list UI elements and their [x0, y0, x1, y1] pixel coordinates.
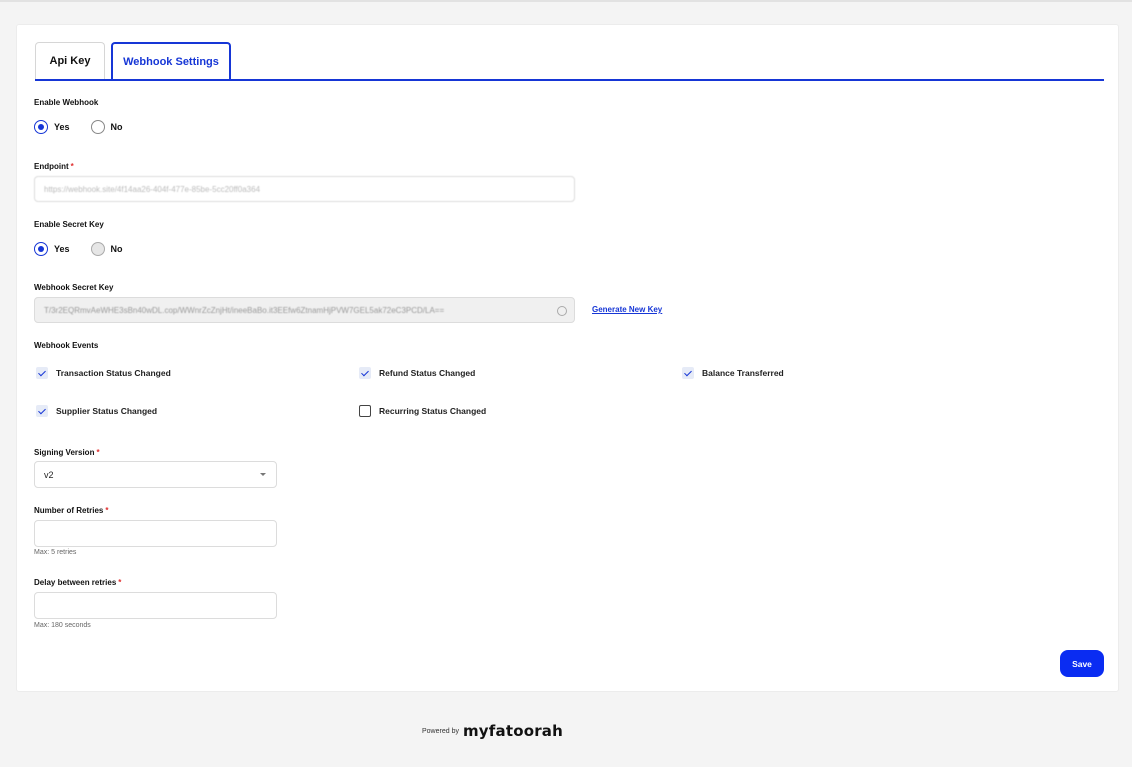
radio-unselected-icon	[90, 242, 105, 256]
radio-label: Yes	[54, 122, 70, 132]
checkbox-label: Refund Status Changed	[379, 368, 476, 378]
radio-selected-icon	[34, 120, 48, 134]
event-refund-status-checkbox[interactable]: Refund Status Changed	[359, 367, 475, 379]
generate-new-key-link[interactable]: Generate New Key	[592, 305, 662, 314]
checkbox-checked-icon	[359, 367, 371, 379]
radio-label: No	[110, 122, 123, 132]
delay-label: Delay between retries *	[34, 578, 121, 587]
radio-label: No	[110, 244, 123, 254]
required-marker: *	[70, 162, 74, 171]
checkbox-checked-icon	[36, 367, 48, 379]
endpoint-input[interactable]: https://webhook.site/4f14aa26-404f-477e-…	[34, 176, 575, 202]
enable-webhook-yes-radio[interactable]: Yes	[34, 120, 70, 134]
enable-secret-key-yes-radio[interactable]: Yes	[34, 242, 70, 256]
top-border	[0, 0, 1132, 2]
checkbox-label: Recurring Status Changed	[379, 406, 487, 416]
signing-version-select[interactable]: v2	[34, 461, 277, 488]
powered-by-text: Powered by	[422, 727, 459, 735]
signing-version-value: v2	[44, 469, 54, 480]
tab-webhook-settings[interactable]: Webhook Settings	[111, 42, 231, 79]
myfatoorah-logo[interactable]: myfatoorah	[463, 722, 563, 740]
endpoint-label: Endpoint *	[34, 162, 74, 171]
footer: Powered by myfatoorah	[422, 722, 563, 740]
tab-api-key[interactable]: Api Key	[35, 42, 105, 79]
webhook-secret-key-field[interactable]: T/3r2EQRmvAeWHE3sBn40wDL.cop/WWnrZcZnjHt…	[34, 297, 575, 323]
enable-secret-key-radio-group: Yes No	[34, 242, 144, 256]
checkbox-label: Balance Transferred	[702, 368, 784, 378]
checkbox-label: Transaction Status Changed	[56, 368, 171, 378]
checkbox-label: Supplier Status Changed	[56, 406, 158, 416]
copy-icon[interactable]	[557, 306, 567, 316]
webhook-events-label: Webhook Events	[34, 341, 99, 350]
signing-version-label: Signing Version *	[34, 448, 100, 457]
required-marker: *	[96, 448, 100, 457]
chevron-down-icon	[260, 473, 266, 476]
endpoint-label-text: Endpoint	[34, 162, 69, 171]
event-balance-transferred-checkbox[interactable]: Balance Transferred	[682, 367, 784, 379]
save-button[interactable]: Save	[1060, 650, 1104, 677]
settings-card: Api Key Webhook Settings Enable Webhook …	[16, 24, 1119, 692]
delay-input[interactable]	[34, 592, 277, 619]
secret-key-value: T/3r2EQRmvAeWHE3sBn40wDL.cop/WWnrZcZnjHt…	[44, 305, 445, 315]
retries-label: Number of Retries *	[34, 506, 108, 515]
event-recurring-status-checkbox[interactable]: Recurring Status Changed	[359, 405, 486, 417]
retries-label-text: Number of Retries	[34, 506, 104, 515]
radio-selected-icon	[34, 242, 48, 256]
enable-webhook-label: Enable Webhook	[34, 98, 99, 107]
checkbox-unchecked-icon	[359, 405, 371, 417]
enable-webhook-radio-group: Yes No	[34, 120, 144, 134]
delay-label-text: Delay between retries	[34, 578, 117, 587]
radio-unselected-icon	[90, 120, 105, 134]
radio-label: Yes	[54, 244, 70, 254]
enable-webhook-no-radio[interactable]: No	[90, 120, 123, 134]
event-supplier-status-checkbox[interactable]: Supplier Status Changed	[36, 405, 157, 417]
required-marker: *	[105, 506, 109, 515]
webhook-secret-key-label: Webhook Secret Key	[34, 283, 114, 292]
enable-secret-key-label: Enable Secret Key	[34, 220, 104, 229]
checkbox-checked-icon	[36, 405, 48, 417]
checkbox-checked-icon	[682, 367, 694, 379]
signing-version-label-text: Signing Version	[34, 448, 95, 457]
enable-secret-key-no-radio[interactable]: No	[90, 242, 123, 256]
tab-underline	[35, 79, 1104, 81]
delay-hint: Max: 180 seconds	[34, 622, 91, 629]
retries-input[interactable]	[34, 520, 277, 547]
retries-hint: Max: 5 retries	[34, 549, 77, 556]
required-marker: *	[118, 578, 122, 587]
event-transaction-status-checkbox[interactable]: Transaction Status Changed	[36, 367, 171, 379]
